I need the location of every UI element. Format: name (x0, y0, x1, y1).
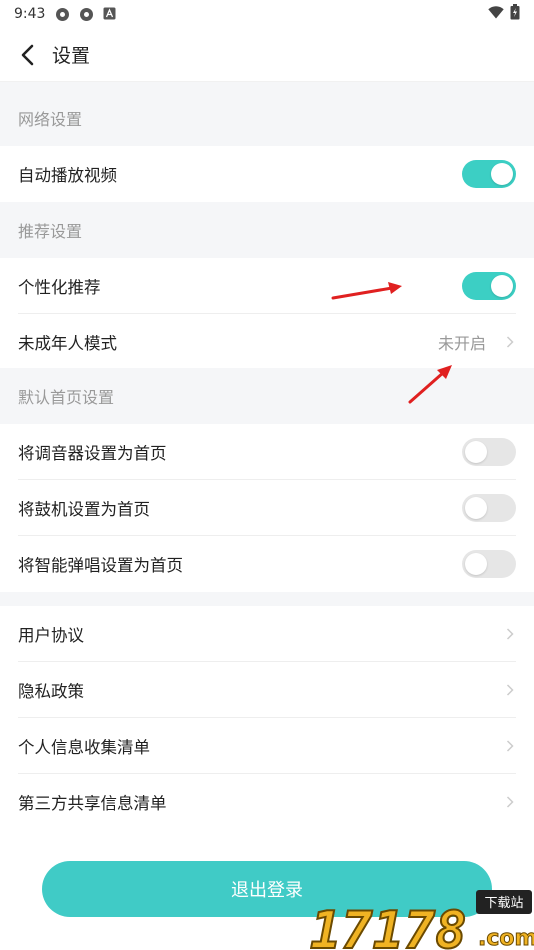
privacy-policy-label: 隐私政策 (18, 682, 84, 701)
personalized-recommend-label: 个性化推荐 (18, 278, 101, 297)
third-party-list-label: 第三方共享信息清单 (18, 794, 167, 813)
toggle-knob (465, 441, 487, 463)
section-title: 默认首页设置 (18, 388, 115, 407)
chevron-right-icon (506, 739, 516, 753)
user-agreement-label: 用户协议 (18, 626, 84, 645)
personalized-recommend-row: 个性化推荐 (0, 258, 534, 314)
third-party-list-row[interactable]: 第三方共享信息清单 (0, 774, 534, 830)
toggle-knob (491, 275, 513, 297)
svg-text:下载站: 下载站 (484, 896, 523, 911)
drum-homepage-toggle[interactable] (462, 494, 516, 522)
user-agreement-row[interactable]: 用户协议 (0, 606, 534, 662)
chevron-right-icon (506, 683, 516, 697)
status-bar: 9:43 (0, 0, 534, 28)
app-notification-icon (79, 7, 94, 22)
tuner-homepage-toggle[interactable] (462, 438, 516, 466)
svg-text:.com: .com (478, 926, 534, 950)
smart-sing-homepage-toggle[interactable] (462, 550, 516, 578)
font-notification-icon (103, 7, 118, 22)
personalized-recommend-toggle[interactable] (462, 272, 516, 300)
watermark-logo: 17178 下载站 .com (309, 890, 534, 950)
section-gap (0, 592, 534, 606)
youth-mode-label: 未成年人模式 (18, 334, 117, 353)
section-header-network: 网络设置 (0, 90, 534, 146)
privacy-policy-row[interactable]: 隐私政策 (0, 662, 534, 718)
section-title: 网络设置 (18, 110, 83, 129)
section-header-recommend: 推荐设置 (0, 202, 534, 258)
autoplay-video-toggle[interactable] (462, 160, 516, 188)
top-bar: 设置 (0, 28, 534, 82)
youth-mode-status: 未开启 (437, 334, 486, 353)
personal-info-list-row[interactable]: 个人信息收集清单 (0, 718, 534, 774)
chevron-right-icon (506, 795, 516, 809)
annotation-arrow (408, 365, 452, 404)
svg-text:17178: 17178 (310, 901, 467, 950)
drum-homepage-label: 将鼓机设置为首页 (18, 500, 150, 519)
annotation-arrow (331, 282, 402, 300)
section-title: 推荐设置 (18, 222, 83, 241)
personal-info-list-label: 个人信息收集清单 (18, 738, 150, 757)
toggle-knob (465, 553, 487, 575)
page-title: 设置 (52, 45, 91, 67)
chevron-right-icon (506, 335, 516, 349)
autoplay-video-row: 自动播放视频 (0, 146, 534, 202)
smart-sing-homepage-label: 将智能弹唱设置为首页 (18, 556, 183, 575)
status-time: 9:43 (14, 6, 46, 22)
back-arrow-icon[interactable] (20, 42, 42, 68)
tuner-homepage-label: 将调音器设置为首页 (18, 444, 167, 463)
section-gap (0, 82, 534, 90)
toggle-knob (465, 497, 487, 519)
chevron-right-icon (506, 627, 516, 641)
toggle-knob (491, 163, 513, 185)
autoplay-video-label: 自动播放视频 (18, 166, 117, 185)
drum-homepage-row: 将鼓机设置为首页 (0, 480, 534, 536)
smart-sing-homepage-row: 将智能弹唱设置为首页 (0, 536, 534, 592)
battery-icon (510, 4, 520, 24)
app-notification-icon (55, 7, 70, 22)
tuner-homepage-row: 将调音器设置为首页 (0, 424, 534, 480)
wifi-icon (488, 5, 504, 23)
